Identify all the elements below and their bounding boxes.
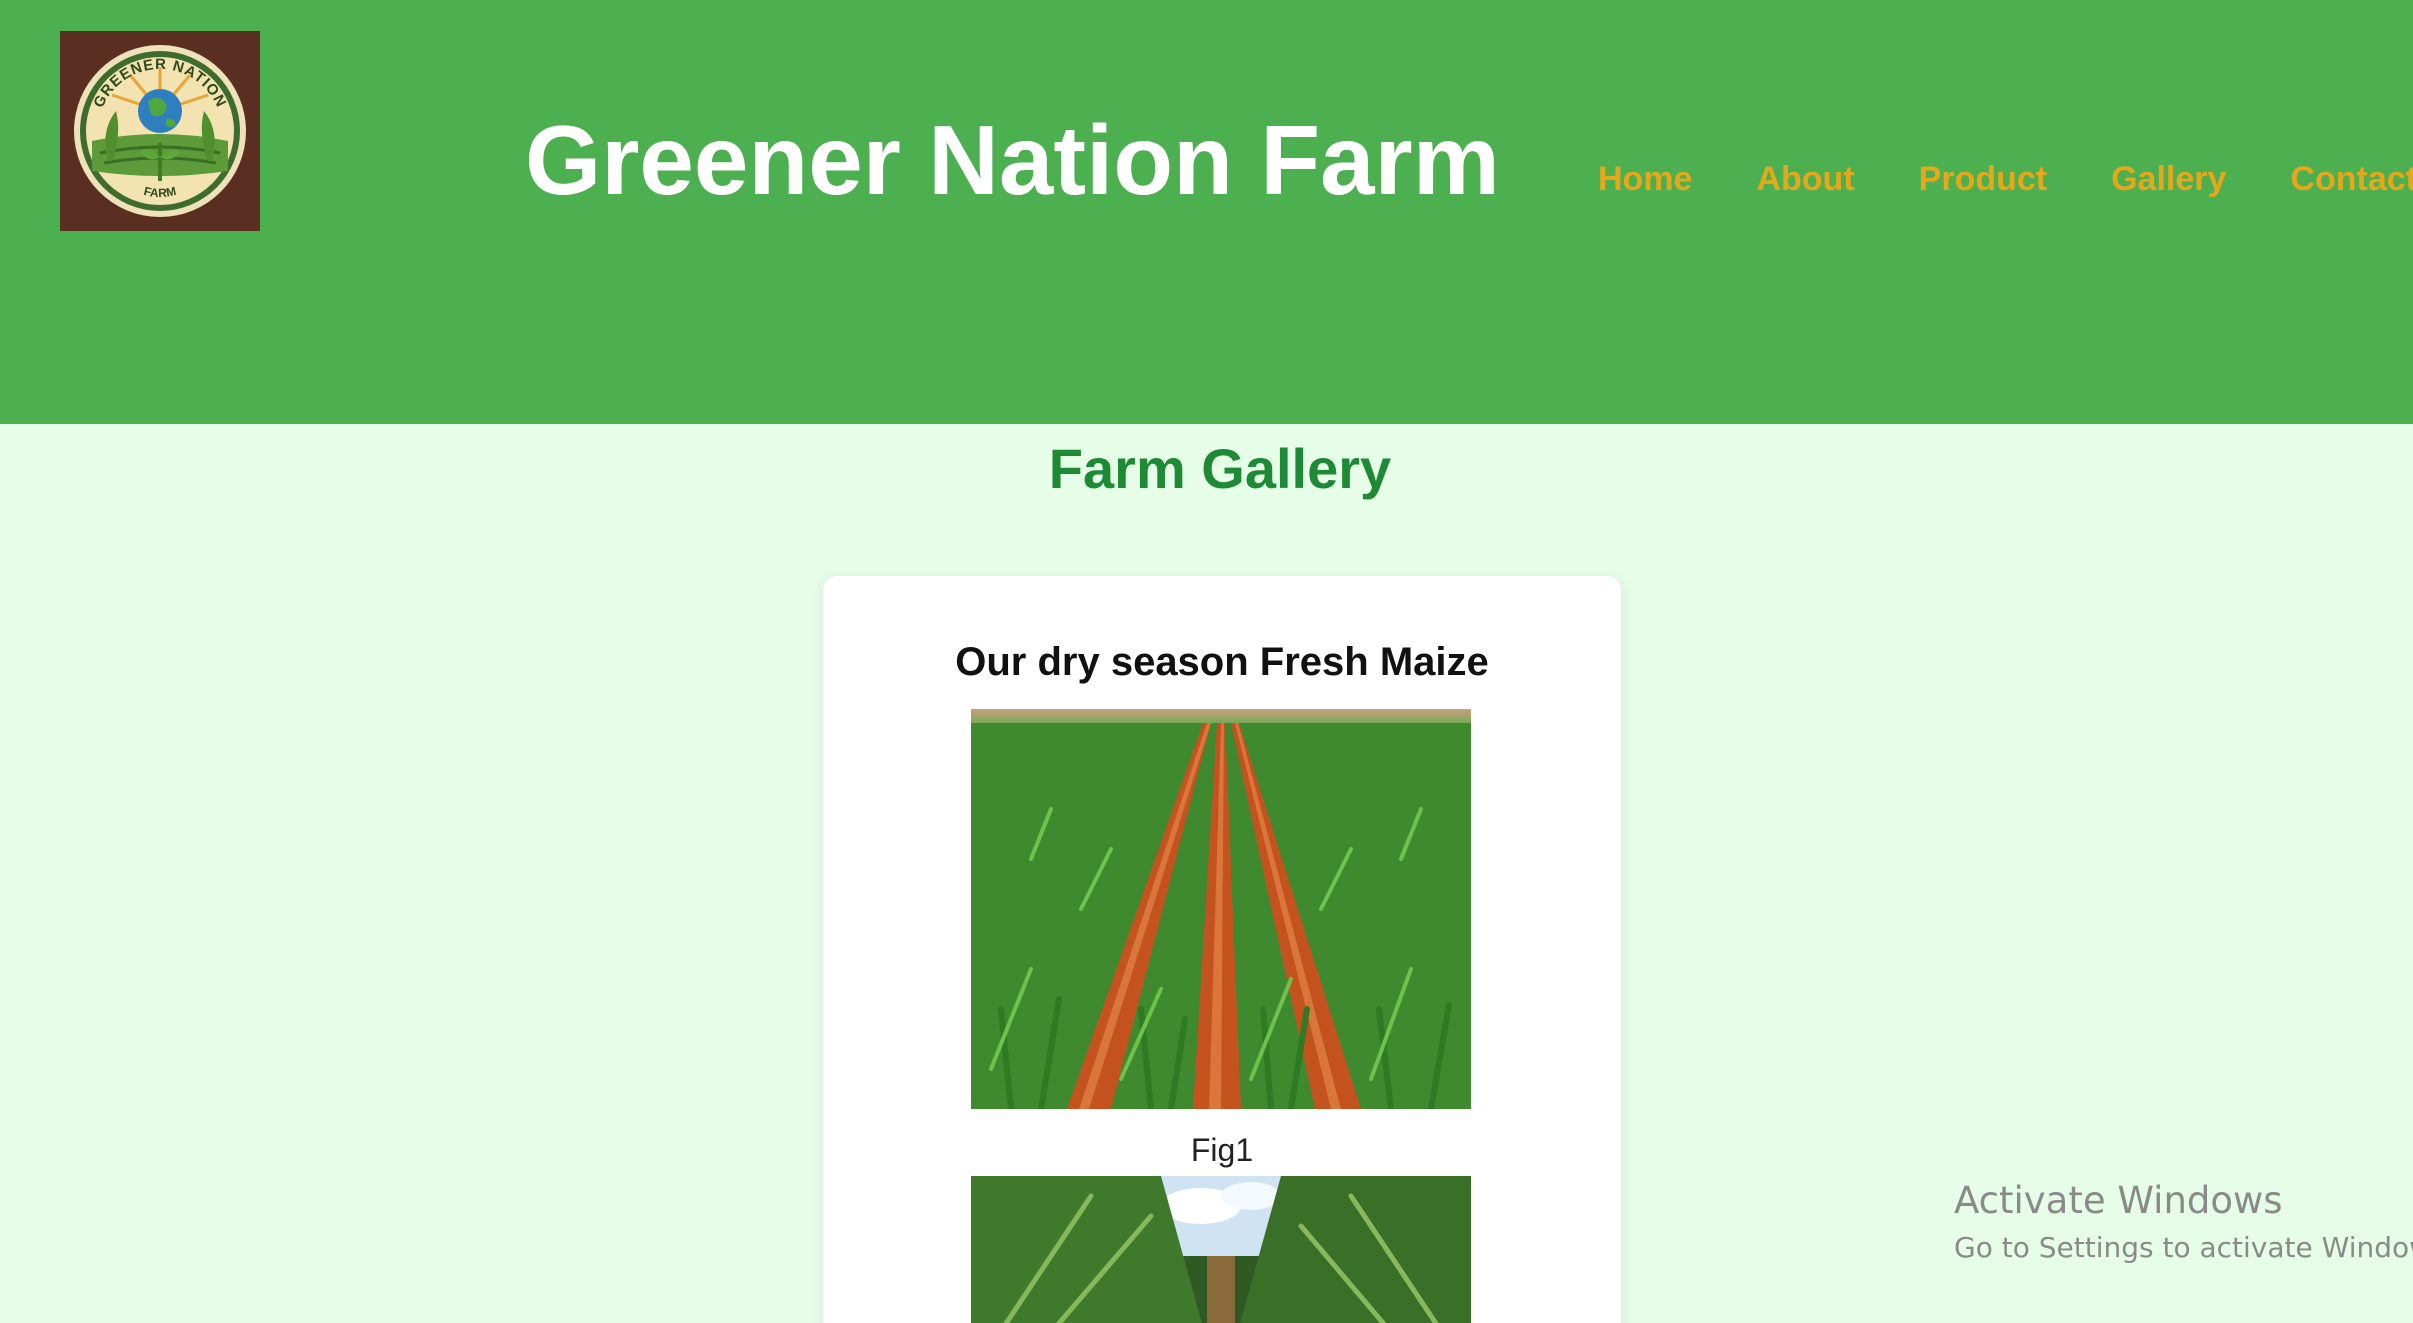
nav-link-about[interactable]: About [1756, 156, 1854, 202]
gallery-card: Our dry season Fresh Maize Fig1 [823, 576, 1621, 1323]
svg-text:FARM: FARM [142, 184, 177, 200]
maize-field-photo [971, 709, 1471, 1109]
maize-crop-photo [971, 1176, 1471, 1323]
nav-link-home[interactable]: Home [1598, 156, 1692, 202]
farm-logo[interactable]: GREENER NATION FARM [60, 31, 260, 231]
logo-emblem-icon: GREENER NATION FARM [60, 31, 260, 231]
main-nav: Home About Product Gallery Contact [1598, 156, 2413, 202]
mature-maize-image [971, 1176, 1471, 1323]
watermark-title: Activate Windows [1954, 1179, 2283, 1222]
page: GREENER NATION FARM Greener Nation Farm … [0, 0, 2413, 1323]
figure-caption: Fig1 [1190, 1132, 1254, 1168]
nav-link-contact[interactable]: Contact [2290, 156, 2413, 202]
nav-link-gallery[interactable]: Gallery [2111, 156, 2226, 202]
site-title: Greener Nation Farm [525, 105, 1500, 215]
gallery-heading: Farm Gallery [1048, 437, 1392, 500]
activate-windows-watermark: Activate Windows Go to Settings to activ… [1954, 1176, 2413, 1270]
watermark-subtitle: Go to Settings to activate Windows. [1954, 1231, 2413, 1264]
gallery-card-title: Our dry season Fresh Maize [955, 640, 1489, 684]
site-header: GREENER NATION FARM Greener Nation Farm … [0, 0, 2413, 424]
maize-rows-image [971, 709, 1471, 1109]
nav-link-product[interactable]: Product [1919, 156, 2047, 202]
